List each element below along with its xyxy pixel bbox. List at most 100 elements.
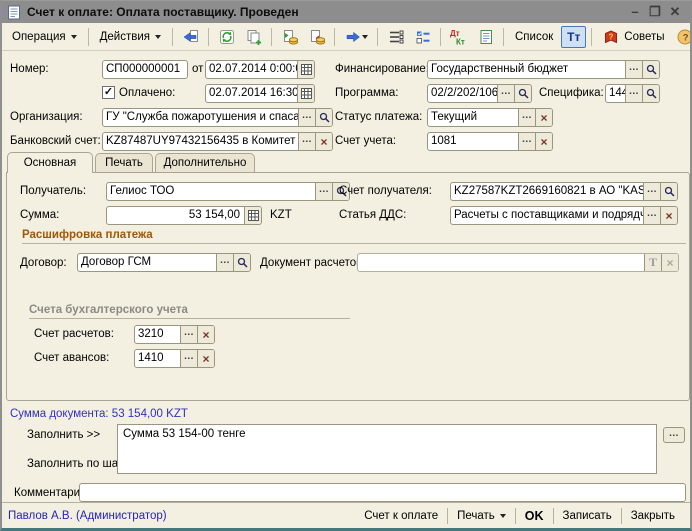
- program-select-button[interactable]: ...: [497, 85, 514, 102]
- payment-status-field[interactable]: Текущий ... ×: [427, 108, 553, 127]
- setup-list-button[interactable]: [410, 26, 435, 48]
- settlement-account-field[interactable]: 3210 ... ×: [134, 325, 215, 344]
- contract-select-button[interactable]: ...: [216, 254, 233, 271]
- amount-value[interactable]: 53 154,00: [107, 207, 244, 224]
- refresh-button[interactable]: [214, 26, 239, 48]
- program-field[interactable]: 02/2/202/106/02 ...: [427, 84, 532, 103]
- program-value[interactable]: 02/2/202/106/02: [428, 85, 497, 102]
- settlement-account-value[interactable]: 3210: [135, 326, 180, 343]
- comment-field[interactable]: [79, 483, 686, 502]
- accounting-account-field[interactable]: 1081 ... ×: [427, 132, 553, 151]
- financing-field[interactable]: Государственный бюджет ...: [427, 60, 660, 79]
- contract-value[interactable]: Договор ГСМ: [78, 254, 216, 271]
- organization-open-button[interactable]: [315, 109, 332, 126]
- organization-select-button[interactable]: ...: [298, 109, 315, 126]
- settlement-document-value[interactable]: [358, 254, 644, 271]
- tab-additional[interactable]: Дополнительно: [155, 153, 255, 172]
- specifics-value[interactable]: 144: [606, 85, 625, 102]
- payment-status-select-button[interactable]: ...: [518, 109, 535, 126]
- tips-button[interactable]: ? Советы: [597, 25, 670, 49]
- specifics-open-button[interactable]: [642, 85, 659, 102]
- ok-button[interactable]: OK: [516, 509, 553, 523]
- organization-field[interactable]: ГУ "Служба пожаротушения и спаса ...: [102, 108, 333, 127]
- recipient-account-field[interactable]: KZ27587KZT2669160821 в АО "KASF ...: [450, 182, 678, 201]
- advance-account-select-button[interactable]: ...: [180, 350, 197, 367]
- save-button[interactable]: Записать: [554, 510, 621, 522]
- financing-open-button[interactable]: [642, 61, 659, 78]
- number-field[interactable]: СП000000001: [102, 60, 188, 79]
- accounting-account-clear-button[interactable]: ×: [535, 133, 552, 150]
- recipient-select-button[interactable]: ...: [315, 183, 332, 200]
- program-open-button[interactable]: [514, 85, 531, 102]
- document-date-field[interactable]: 02.07.2014 0:00:00: [205, 60, 315, 79]
- settlement-document-clear-button[interactable]: ×: [661, 254, 678, 271]
- payment-status-clear-button[interactable]: ×: [535, 109, 552, 126]
- invoice-button[interactable]: Счет к оплате: [355, 510, 447, 522]
- close-form-button[interactable]: Закрыть: [622, 510, 684, 522]
- number-value[interactable]: СП000000001: [103, 61, 187, 78]
- paid-date-field[interactable]: 02.07.2014 16:30:40: [205, 84, 315, 103]
- help-button[interactable]: ?: [673, 26, 692, 48]
- amount-calculator-button[interactable]: [244, 207, 261, 224]
- specifics-select-button[interactable]: ...: [625, 85, 642, 102]
- bank-account-field[interactable]: KZ87487UY97432156435 в Комитет ... ×: [102, 132, 333, 151]
- paid-checkbox[interactable]: ✓: [102, 86, 115, 99]
- settlement-document-type-button[interactable]: T: [644, 254, 661, 271]
- advance-account-field[interactable]: 1410 ... ×: [134, 349, 215, 368]
- operation-menu-button[interactable]: Операция: [6, 27, 83, 47]
- settlement-account-select-button[interactable]: ...: [180, 326, 197, 343]
- settlement-document-field[interactable]: T ×: [357, 253, 679, 272]
- contract-field[interactable]: Договор ГСМ ...: [77, 253, 251, 272]
- tab-print[interactable]: Печать: [95, 153, 153, 172]
- tab-main[interactable]: Основная: [7, 152, 93, 173]
- settlement-account-clear-button[interactable]: ×: [197, 326, 214, 343]
- paid-date-calendar-button[interactable]: [297, 85, 314, 102]
- dds-article-clear-button[interactable]: ×: [660, 207, 677, 224]
- maximize-button[interactable]: ❒: [648, 2, 662, 22]
- fill-button[interactable]: Заполнить >>: [27, 429, 100, 441]
- payment-purpose-select-button[interactable]: ...: [663, 427, 685, 443]
- minimize-button[interactable]: –: [628, 2, 642, 22]
- list-button[interactable]: Список: [509, 27, 559, 47]
- recipient-account-select-button[interactable]: ...: [643, 183, 660, 200]
- print-button[interactable]: Печать: [448, 510, 515, 522]
- dds-article-value[interactable]: Расчеты с поставщиками и подрядч: [451, 207, 643, 224]
- bank-account-clear-button[interactable]: ×: [315, 133, 332, 150]
- go-to-button[interactable]: [340, 26, 372, 48]
- insert-based-on-button[interactable]: [178, 26, 203, 48]
- advance-account-value[interactable]: 1410: [135, 350, 180, 367]
- recipient-field[interactable]: Гелиос ТОО ...: [106, 182, 350, 201]
- organization-value[interactable]: ГУ "Служба пожаротушения и спаса: [103, 109, 298, 126]
- recipient-account-open-button[interactable]: [660, 183, 677, 200]
- specifics-field[interactable]: 144 ...: [605, 84, 660, 103]
- financing-select-button[interactable]: ...: [625, 61, 642, 78]
- copy-button[interactable]: [241, 26, 266, 48]
- amount-field[interactable]: 53 154,00: [106, 206, 262, 225]
- financing-value[interactable]: Государственный бюджет: [428, 61, 625, 78]
- post-document-button[interactable]: [277, 26, 302, 48]
- recipient-account-value[interactable]: KZ27587KZT2669160821 в АО "KASF: [451, 183, 643, 200]
- ellipsis-icon: ...: [184, 351, 194, 366]
- text-input-mode-button[interactable]: Тт: [561, 26, 586, 48]
- actions-menu-button[interactable]: Действия: [94, 27, 167, 47]
- paid-date-value[interactable]: 02.07.2014 16:30:40: [206, 85, 297, 102]
- comment-value[interactable]: [80, 484, 685, 501]
- bank-account-value[interactable]: KZ87487UY97432156435 в Комитет: [103, 133, 298, 150]
- payment-status-value[interactable]: Текущий: [428, 109, 518, 126]
- payment-purpose-textarea[interactable]: Сумма 53 154-00 тенге: [117, 424, 657, 474]
- contract-open-button[interactable]: [233, 254, 250, 271]
- dds-article-field[interactable]: Расчеты с поставщиками и подрядч ... ×: [450, 206, 678, 225]
- document-structure-button[interactable]: [383, 26, 408, 48]
- close-button[interactable]: ✕: [668, 2, 682, 22]
- document-date-value[interactable]: 02.07.2014 0:00:00: [206, 61, 297, 78]
- advance-account-clear-button[interactable]: ×: [197, 350, 214, 367]
- unpost-document-button[interactable]: [304, 26, 329, 48]
- show-postings-button[interactable]: Дт Кт: [446, 26, 471, 48]
- accounting-account-select-button[interactable]: ...: [518, 133, 535, 150]
- journal-button[interactable]: [473, 26, 498, 48]
- bank-account-select-button[interactable]: ...: [298, 133, 315, 150]
- recipient-value[interactable]: Гелиос ТОО: [107, 183, 315, 200]
- dds-article-select-button[interactable]: ...: [643, 207, 660, 224]
- document-date-calendar-button[interactable]: [297, 61, 314, 78]
- accounting-account-value[interactable]: 1081: [428, 133, 518, 150]
